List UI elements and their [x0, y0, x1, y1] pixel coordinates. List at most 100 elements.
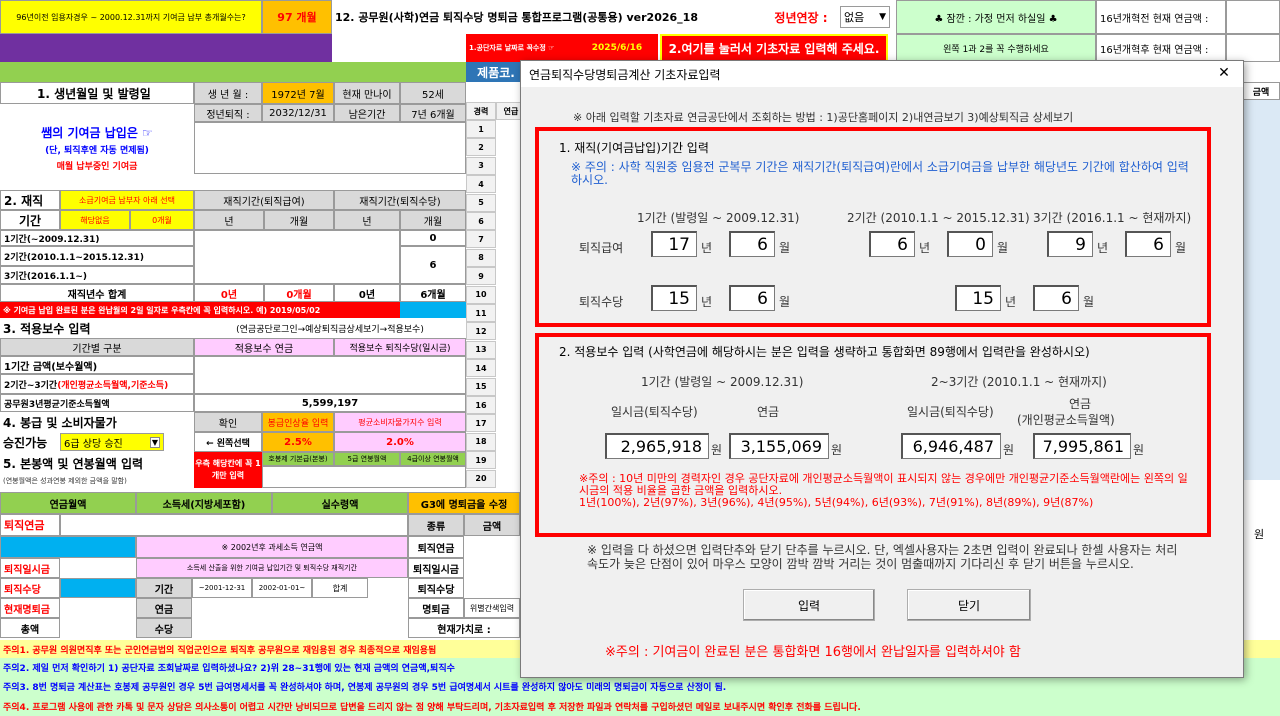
section-3-title: 3. 적용보수 입력	[3, 321, 91, 336]
ret-yr-h: 년	[194, 210, 264, 230]
retire-value: 2032/12/31	[262, 104, 334, 122]
retro-none[interactable]: 해당없음	[60, 210, 130, 230]
r1p2-month-input[interactable]: 0	[947, 231, 993, 257]
sum-ret-yr: 0년	[194, 284, 264, 302]
ret-sev-label: 퇴직수당	[0, 578, 60, 598]
period-1-label: 1기간(~2009.12.31)	[0, 230, 194, 246]
ret-lump-label: 퇴직일시금	[0, 558, 60, 578]
birth-label: 생 년 월 :	[194, 82, 262, 104]
bless-note: ♣ 잠깐 : 가정 먼저 하실일 ♣	[896, 0, 1096, 34]
row-number: 7	[466, 230, 496, 249]
r2p3-month-input[interactable]: 6	[1033, 285, 1079, 311]
total-label: 총액	[0, 618, 60, 638]
retro-zero: 0개월	[130, 210, 194, 230]
close-button[interactable]: 닫기	[907, 589, 1031, 621]
red-instruction: 우측 해당칸에 꼭 1개만 입력	[194, 452, 262, 488]
r2p1-month-input[interactable]: 6	[729, 285, 775, 311]
contribution-title: 쌤의 기여금 납입은 ☞	[41, 125, 153, 140]
s2-lump-input[interactable]: 6,946,487	[901, 433, 1001, 459]
u4: 월	[997, 241, 1009, 255]
kind-ret-pension: 퇴직연금	[408, 536, 464, 558]
section-5-title: 5. 본봉액 및 연봉월액 입력	[3, 456, 144, 471]
row-number: 4	[466, 175, 496, 194]
w4: 원	[1133, 443, 1145, 457]
monthly-contribution-label: 매월 납부중인 기여금	[56, 161, 138, 172]
period-2-value: 6	[400, 246, 466, 284]
ret-mo-h: 개월	[264, 210, 334, 230]
date-value[interactable]: 2025/6/16	[576, 34, 658, 62]
tax-desc: 소득세 산출을 위한 기여금 납입기간 및 퇴직수당 재직기간	[136, 558, 408, 578]
k-row-1: 1기간 금액(보수월액)	[0, 356, 194, 374]
contribution-grid	[194, 122, 466, 174]
section-2-title: 2. 재직	[0, 190, 60, 210]
section-3-source: (연금공단로그인→예상퇴직금상세보기→적용보수)	[236, 324, 424, 335]
pension-monthly-header: 연금월액	[0, 492, 136, 514]
input-button[interactable]: 입력	[743, 589, 875, 621]
u2: 월	[779, 241, 791, 255]
before-reform-value[interactable]	[1226, 0, 1280, 34]
r1p3-year-input[interactable]: 9	[1047, 231, 1093, 257]
cpi-value[interactable]: 2.0%	[334, 432, 466, 452]
extend-select[interactable]: 없음 ▼	[840, 6, 890, 28]
row-number: 3	[466, 156, 496, 175]
row-number: 15	[466, 377, 496, 396]
u8: 월	[779, 295, 791, 309]
cpi-label: 평균소비자물가지수 입력	[334, 412, 466, 432]
promotion-select[interactable]: 6급 상당 승진 ▼	[60, 433, 164, 451]
row-number: 14	[466, 359, 496, 378]
period-grid	[194, 230, 400, 284]
s2-pension-input[interactable]: 7,995,861	[1033, 433, 1131, 459]
retire-label: 정년퇴직 :	[194, 104, 262, 122]
ret-pension-value	[0, 536, 136, 558]
r1p1-year-input[interactable]: 17	[651, 231, 697, 257]
prev-contrib-value[interactable]: 97 개월	[262, 0, 332, 34]
d-row1-label: 퇴직급여	[579, 241, 624, 255]
row-number: 5	[466, 193, 496, 212]
tax-2002-label: ※ 2002년후 과세소득 연금액	[136, 536, 408, 558]
kind-ret-lump: 퇴직일시금	[408, 558, 464, 578]
r2p3-year-input[interactable]: 15	[955, 285, 1001, 311]
salary-input-row[interactable]	[262, 466, 466, 488]
dialog-title: 연금퇴직수당명퇴금계산 기초자료입력	[529, 68, 721, 82]
r1p2-year-input[interactable]: 6	[869, 231, 915, 257]
real-header: 실수령액	[272, 492, 408, 514]
tax-header: 소득세(지방세포함)	[136, 492, 272, 514]
birth-value[interactable]: 1972년 7월	[262, 82, 334, 104]
s1-pension-input[interactable]: 3,155,069	[729, 433, 829, 459]
r1p1-month-input[interactable]: 6	[729, 231, 775, 257]
before-reform-label: 16년개혁전 현재 연금액 :	[1096, 0, 1226, 34]
after-reform-value[interactable]	[1226, 34, 1280, 62]
period-from: 2002-01-01~	[252, 578, 312, 598]
right-grid	[1242, 100, 1280, 480]
section-4-title: 4. 봉급 및 소비자물가	[3, 415, 117, 430]
cur-hon-label: 현재명퇴금	[0, 598, 60, 618]
period-total: 합계	[312, 578, 368, 598]
raise-value[interactable]: 2.5%	[262, 432, 334, 452]
g3-header: G3에 명퇴금을 수정	[408, 492, 520, 514]
right-amount-header: 금액	[1242, 82, 1280, 100]
k-header-1: 기간별 구분	[0, 338, 194, 356]
u10: 월	[1083, 295, 1095, 309]
d-p1-label: 1기간 (발령일 ~ 2009.12.31)	[637, 211, 800, 225]
notice-bar: ※ 기여금 납입 완료된 분은 완납월의 2일 일자로 우측칸에 꼭 입력하시오…	[0, 302, 400, 318]
s1-lump-input[interactable]: 2,965,918	[605, 433, 709, 459]
period-3-label: 3기간(2016.1.1~)	[0, 266, 194, 284]
row-number: 9	[466, 267, 496, 286]
r1p3-month-input[interactable]: 6	[1125, 231, 1171, 257]
section-2-title-b: 기간	[0, 210, 60, 230]
section-5-sub: (연봉월액은 성과연봉 제외한 금액을 말함)	[3, 477, 127, 485]
r2p1-year-input[interactable]: 15	[651, 285, 697, 311]
remain-value: 7년 6개월	[400, 104, 466, 122]
close-icon[interactable]: ✕	[1209, 61, 1239, 85]
dialog-titlebar: 연금퇴직수당명퇴금계산 기초자료입력 ✕	[521, 61, 1243, 87]
u5: 년	[1097, 241, 1109, 255]
k-header-2: 적용보수 연금	[194, 338, 334, 356]
k-header-3: 적용보수 퇴직수당(일시금)	[334, 338, 466, 356]
contribution-note: (단, 퇴직후엔 자동 면제됨)	[45, 145, 149, 156]
row-number: 16	[466, 396, 496, 414]
w3: 원	[1003, 443, 1015, 457]
completion-date-input[interactable]	[400, 302, 466, 318]
row-header: 경력	[466, 102, 496, 120]
ret-period-header: 재직기간(퇴직급여)	[194, 190, 334, 210]
open-dialog-button[interactable]: 2.여기를 눌러서 기초자료 입력해 주세요.	[660, 34, 888, 62]
